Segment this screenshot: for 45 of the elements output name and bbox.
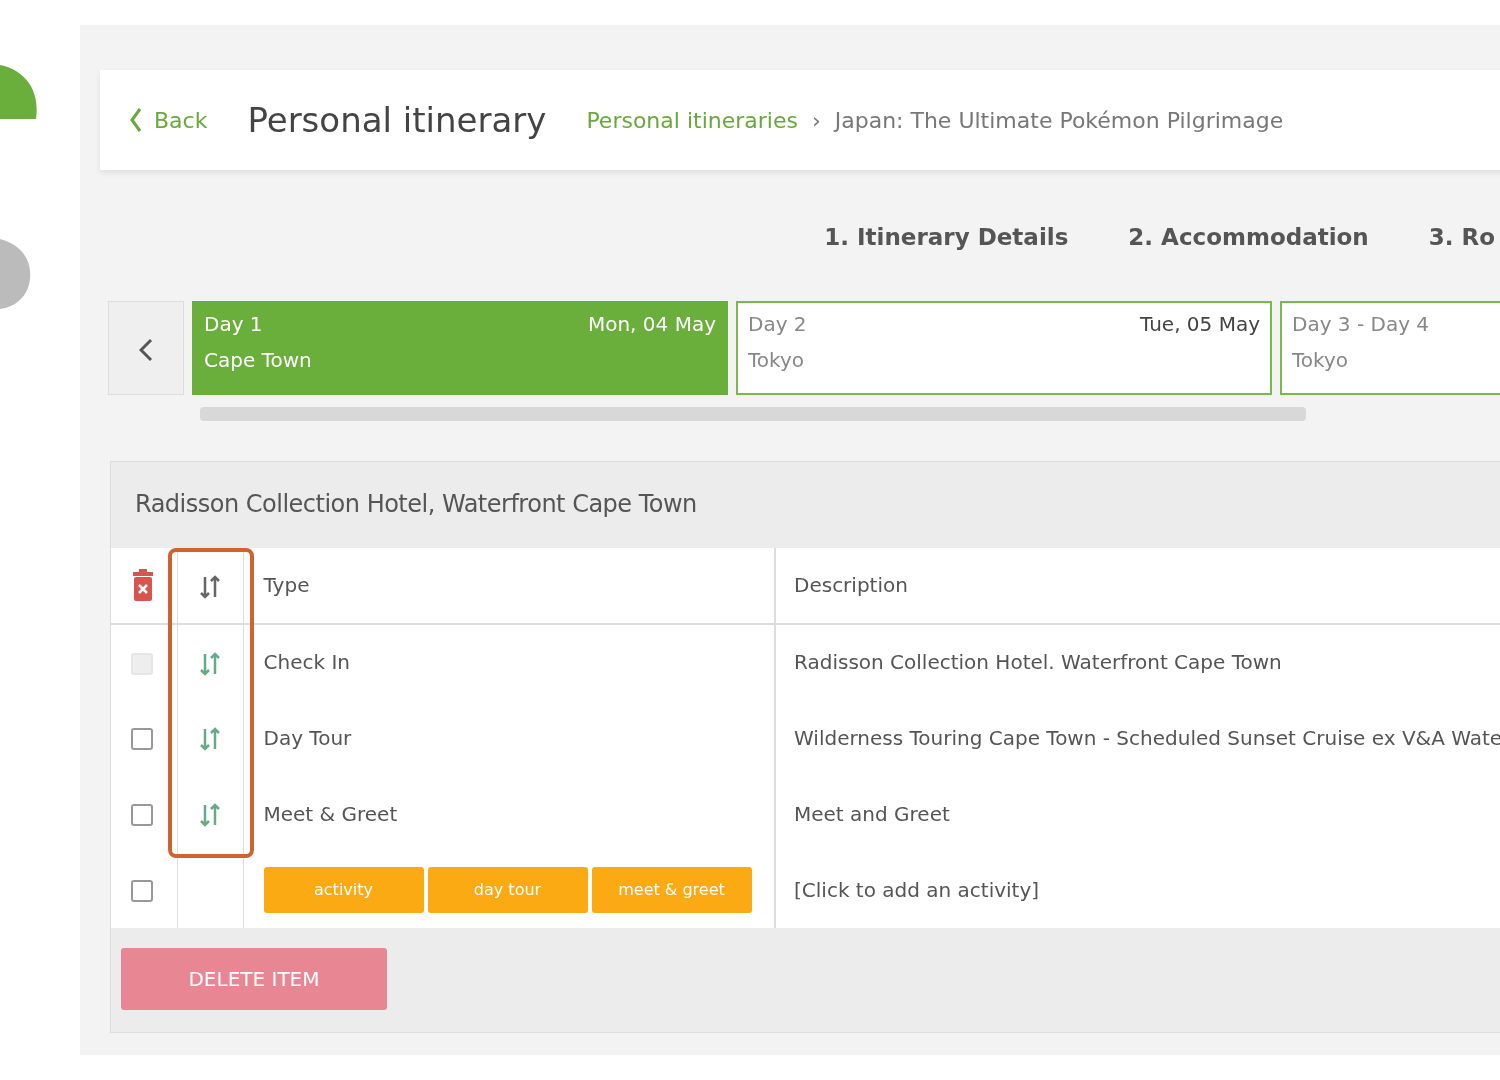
table-cell: Check In — [243, 623, 775, 700]
sort-icon[interactable] — [199, 651, 221, 676]
trash-icon[interactable] — [131, 568, 155, 602]
checkbox[interactable] — [131, 880, 153, 902]
day-date: Tue, 05 May — [1139, 310, 1260, 338]
add-activity-link[interactable]: [Click to add an activity] — [775, 851, 1500, 928]
breadcrumb-link[interactable]: Personal itineraries — [586, 103, 798, 137]
table-cell: Day Tour — [243, 699, 775, 776]
chevron-left-icon — [139, 337, 153, 362]
activity-type-button[interactable]: activity — [263, 866, 424, 913]
day-date: Mon, 04 May — [587, 310, 716, 338]
day-label: Day 2 — [748, 310, 807, 338]
day-place: Tokyo — [748, 346, 805, 374]
table-cell: Radisson Collection Hotel. Waterfront Cape Town — [775, 623, 1500, 700]
activity-type-button[interactable]: day tour — [427, 866, 588, 913]
day-tab[interactable]: Day 3 - Day 4 Tokyo — [1280, 300, 1500, 395]
scrollbar[interactable] — [200, 406, 1306, 421]
checkbox[interactable] — [131, 728, 153, 750]
breadcrumb-separator: › — [811, 106, 821, 135]
avatar — [0, 239, 32, 309]
step-tab[interactable]: 2. Accommodation — [1128, 220, 1369, 255]
sort-icon[interactable] — [199, 803, 221, 827]
column-header: Type — [243, 547, 775, 624]
day-place: Tokyo — [1292, 346, 1349, 374]
step-tab[interactable]: 3. Ro — [1428, 220, 1495, 255]
activity-type-button[interactable]: meet & greet — [591, 866, 752, 913]
panel-title: Radisson Collection Hotel, Waterfront Cape Town — [134, 488, 698, 520]
chevron-left-icon — [130, 107, 142, 133]
checkbox[interactable] — [131, 804, 153, 826]
day-place: Cape Town — [204, 346, 313, 374]
table-cell: Meet and Greet — [775, 775, 1500, 852]
column-header: Description — [775, 547, 1500, 624]
delete-button[interactable]: DELETE ITEM — [121, 947, 387, 1010]
sort-icon[interactable] — [199, 727, 221, 751]
day-label: Day 3 - Day 4 — [1292, 310, 1430, 338]
breadcrumb-current: Japan: The Ultimate Pokémon Pilgrimage — [834, 106, 1284, 135]
sort-icon[interactable] — [199, 574, 221, 599]
back-link[interactable]: Back — [130, 103, 208, 137]
day-tab[interactable]: Day 2 Tue, 05 May Tokyo — [736, 300, 1272, 395]
day-label: Day 1 — [204, 310, 263, 338]
table-cell: Meet & Greet — [243, 775, 775, 852]
step-tab[interactable]: 1. Itinerary Details — [824, 220, 1069, 255]
page-title: Personal itinerary — [247, 99, 547, 141]
day-tab[interactable]: Day 1 Mon, 04 May Cape Town — [192, 300, 728, 395]
leaf-logo — [0, 65, 40, 119]
